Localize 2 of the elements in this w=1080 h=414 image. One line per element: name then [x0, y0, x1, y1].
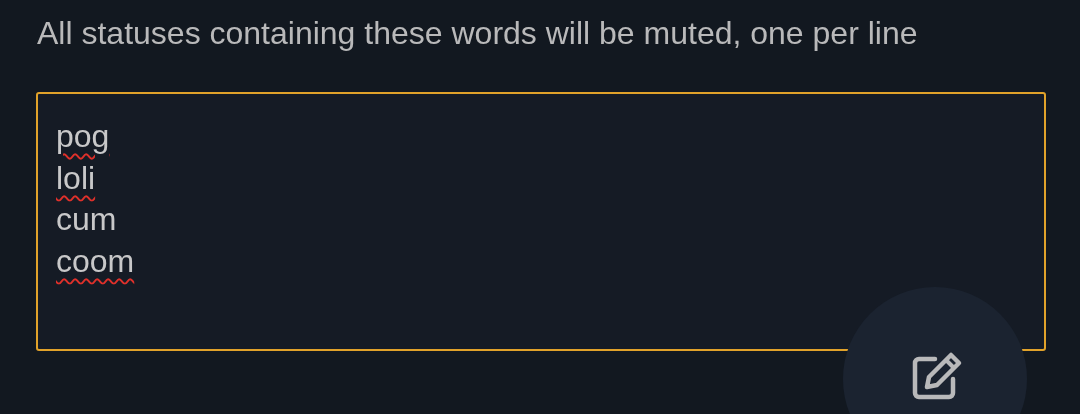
description-text: All statuses containing these words will be muted, one per line	[36, 14, 919, 53]
muted-words-field[interactable]: pog loli cum coom	[36, 92, 1046, 351]
